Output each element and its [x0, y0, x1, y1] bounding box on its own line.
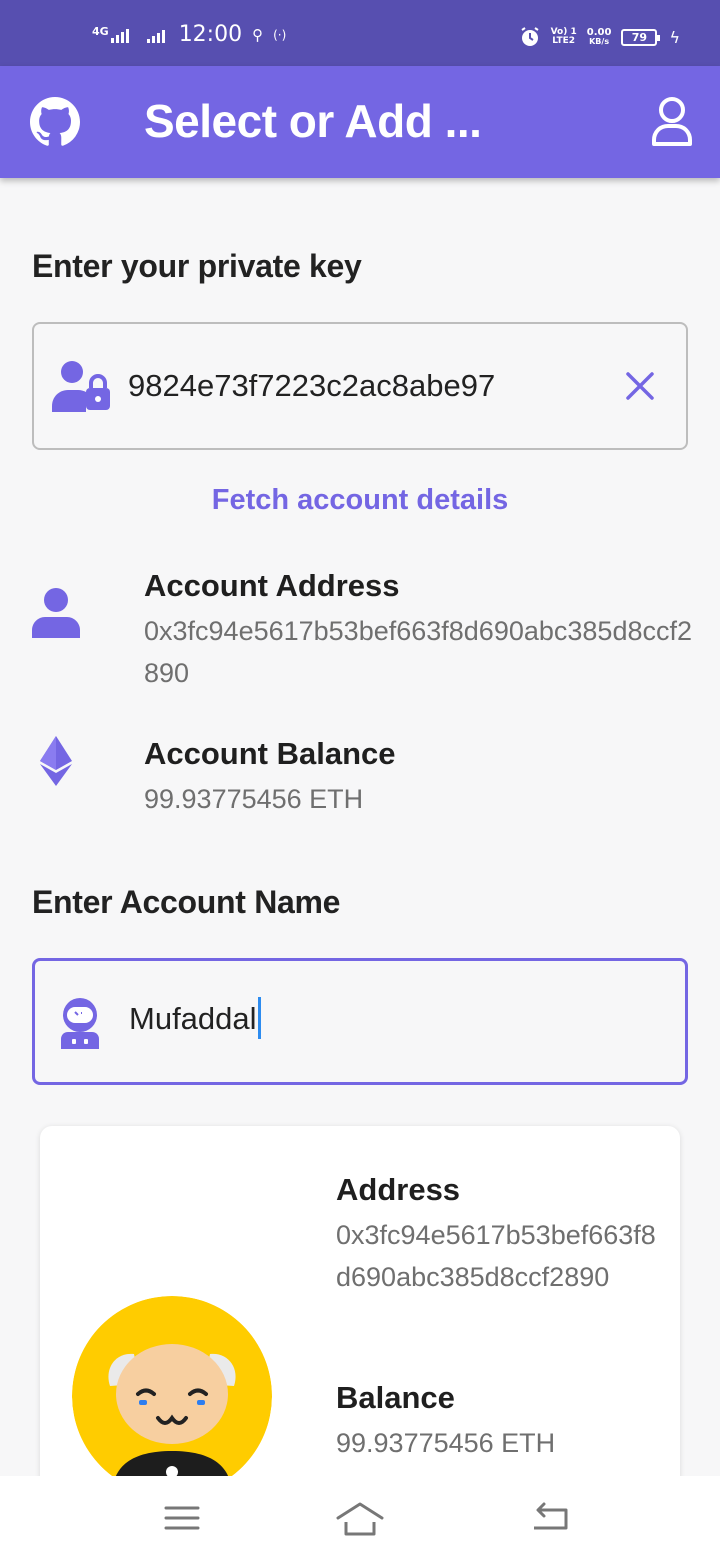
account-balance-value: 99.93775456 ETH	[144, 784, 364, 814]
volte-indicator: Vo) 1 LTE2	[550, 27, 577, 46]
account-balance-title: Account Balance	[144, 736, 396, 771]
card-address-value: 0x3fc94e5617b53bef663f8d690abc385d8ccf28…	[336, 1220, 656, 1292]
status-right: Vo) 1 LTE2 0.00 KB/s 79 ϟ	[519, 26, 680, 48]
status-bar: 4G 12:00 ⚲ (·) Vo) 1 LTE2 0.00 KB/s 79 ϟ	[0, 0, 720, 66]
network-indicator: 4G	[92, 24, 129, 43]
cat-avatar	[72, 1296, 272, 1496]
alarm-icon	[521, 27, 539, 46]
account-address-title: Account Address	[144, 568, 400, 603]
clock: 12:00	[178, 22, 243, 47]
battery-icon: 79	[621, 28, 661, 46]
private-key-field[interactable]: 9824e73f7223c2ac8abe97	[32, 322, 688, 450]
home-icon[interactable]	[336, 1498, 384, 1538]
github-icon[interactable]	[30, 97, 80, 147]
back-icon[interactable]	[526, 1498, 574, 1538]
account-name-input[interactable]: Mufaddal	[129, 996, 261, 1039]
fetch-account-details-button[interactable]: Fetch account details	[0, 484, 720, 517]
account-address-row: Account Address 0x3fc94e5617b53bef663f8d…	[0, 566, 720, 696]
user-icon	[32, 588, 80, 638]
account-address-value: 0x3fc94e5617b53bef663f8d690abc385d8ccf28…	[144, 616, 692, 688]
text-cursor	[257, 996, 261, 1039]
app-bar: Select or Add ...	[0, 66, 720, 178]
private-key-input[interactable]: 9824e73f7223c2ac8abe97	[128, 368, 495, 404]
page-title: Select or Add ...	[144, 95, 482, 147]
menu-icon[interactable]	[158, 1498, 206, 1538]
card-address-title: Address	[336, 1172, 461, 1207]
hotspot-icon: (·)	[273, 27, 287, 42]
network-speed: 0.00 KB/s	[586, 27, 612, 47]
usb-icon: ⚲	[252, 25, 264, 44]
card-balance-value: 99.93775456 ETH	[336, 1428, 556, 1458]
ethereum-icon	[40, 736, 72, 786]
charging-icon: ϟ	[669, 27, 680, 47]
account-balance-row: Account Balance 99.93775456 ETH	[0, 734, 720, 824]
status-left: 4G 12:00 ⚲ (·)	[92, 22, 286, 47]
signal-icon-2	[146, 27, 165, 43]
account-name-text: Mufaddal	[129, 1001, 257, 1036]
astronaut-icon	[61, 998, 99, 1049]
close-icon[interactable]	[624, 370, 656, 402]
signal-icon-1	[110, 27, 129, 43]
user-profile-icon[interactable]	[650, 96, 694, 148]
account-name-field[interactable]: Mufaddal	[32, 958, 688, 1085]
network-type: 4G	[92, 24, 109, 38]
account-name-label: Enter Account Name	[32, 884, 341, 920]
card-balance-title: Balance	[336, 1380, 455, 1415]
private-key-label: Enter your private key	[32, 248, 362, 284]
system-nav-bar	[0, 1476, 720, 1560]
user-lock-icon	[52, 361, 110, 412]
